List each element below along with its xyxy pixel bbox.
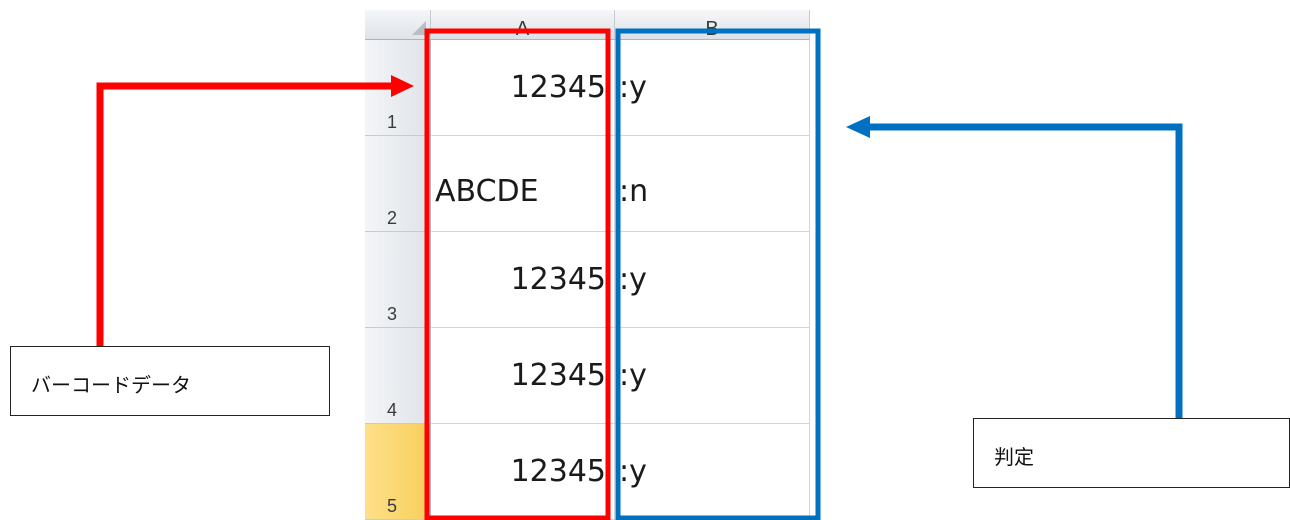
- judgment-callout: 判定: [973, 418, 1290, 488]
- judgment-label: 判定: [994, 445, 1034, 469]
- barcode-data-callout: バーコードデータ: [10, 346, 330, 416]
- judgment-arrow-head-icon: [846, 116, 870, 138]
- barcode-arrow-head-icon: [391, 75, 414, 97]
- barcode-arrow-line: [96, 82, 393, 347]
- judgment-arrow-line: [868, 123, 1183, 418]
- judgment-highlight-box: [615, 28, 821, 520]
- barcode-highlight-box: [424, 28, 611, 520]
- barcode-data-label: バーコードデータ: [31, 373, 191, 397]
